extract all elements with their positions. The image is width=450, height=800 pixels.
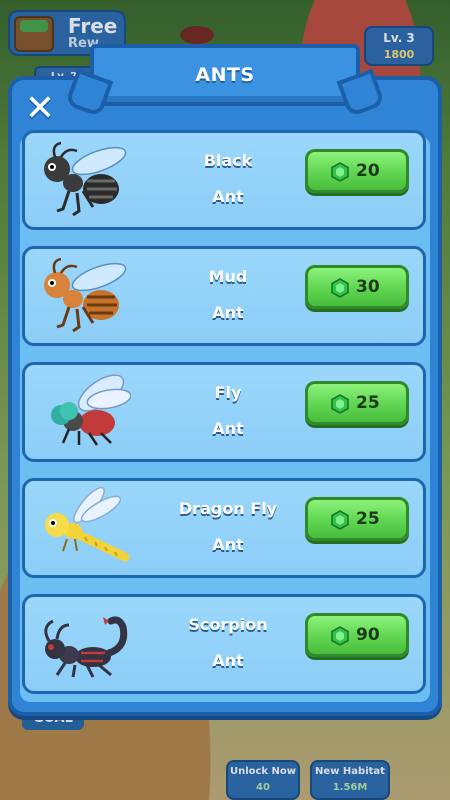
buy-scorpion-ant-button[interactable]: 90 xyxy=(305,613,409,657)
panel-title: ANTS xyxy=(195,64,255,86)
ant-row-mud[interactable]: Mud Ant 30 xyxy=(22,246,426,346)
price-value: 25 xyxy=(356,509,380,529)
ant-list[interactable]: Black Ant 20 Mud Ant 30 Fly Ant 25 Drago… xyxy=(22,130,426,700)
buy-fly-ant-button[interactable]: 25 xyxy=(305,381,409,425)
buy-mud-ant-button[interactable]: 30 xyxy=(305,265,409,309)
ant-row-black[interactable]: Black Ant 20 xyxy=(22,130,426,230)
ant-name: Black xyxy=(203,151,253,170)
ant-row-scorpion[interactable]: Scorpion Ant 90 xyxy=(22,594,426,694)
scorpion-ant-icon xyxy=(44,616,128,678)
price-value: 20 xyxy=(356,161,380,181)
gem-icon xyxy=(331,626,349,646)
price-value: 25 xyxy=(356,393,380,413)
ant-name: Dragon Fly xyxy=(178,499,278,518)
mud-ant-icon xyxy=(44,257,127,333)
price-value: 90 xyxy=(356,625,380,645)
ant-row-dragonfly[interactable]: Dragon Fly Ant 25 xyxy=(22,478,426,578)
gem-icon xyxy=(331,394,349,414)
gem-icon xyxy=(331,278,349,298)
price-value: 30 xyxy=(356,277,380,297)
ant-name: Scorpion xyxy=(188,615,268,634)
gem-icon xyxy=(331,162,349,182)
ant-row-fly[interactable]: Fly Ant 25 xyxy=(22,362,426,462)
gem-icon xyxy=(331,510,349,530)
ant-type: Ant xyxy=(212,535,244,554)
buy-dragonfly-ant-button[interactable]: 25 xyxy=(305,497,409,541)
black-ant-icon xyxy=(44,141,127,217)
ant-name: Fly xyxy=(214,383,242,402)
ant-type: Ant xyxy=(212,651,244,670)
close-button[interactable]: ✕ xyxy=(22,91,58,128)
ant-name: Mud xyxy=(208,267,248,286)
ant-type: Ant xyxy=(212,303,244,322)
dragonfly-ant-icon xyxy=(45,487,130,562)
ant-type: Ant xyxy=(212,419,244,438)
fly-ant-icon xyxy=(51,374,131,446)
title-banner: ANTS xyxy=(90,44,360,106)
ant-type: Ant xyxy=(212,187,244,206)
buy-black-ant-button[interactable]: 20 xyxy=(305,149,409,193)
